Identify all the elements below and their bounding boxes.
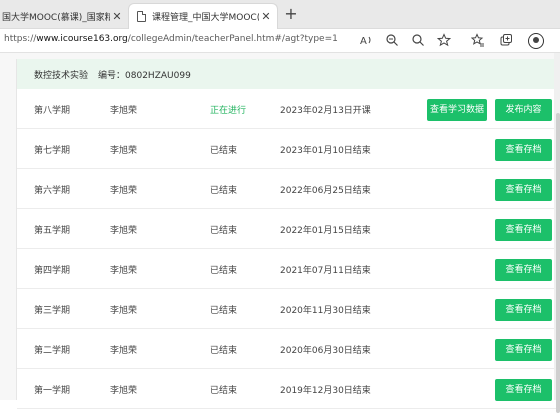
scrollbar[interactable] <box>554 53 560 413</box>
teacher-name: 李旭荣 <box>110 186 138 196</box>
term-status: 已结束 <box>210 226 238 236</box>
url-prefix: https:// <box>4 34 37 44</box>
close-tab-icon[interactable]: ✕ <box>110 10 124 23</box>
term-status: 已结束 <box>210 346 238 356</box>
svg-text:A: A <box>360 36 367 47</box>
view-learning-data-button[interactable]: 查看学习数据 <box>427 99 487 121</box>
tab-course-management[interactable]: 课程管理_中国大学MOOC(慕课) ✕ <box>128 3 278 29</box>
favorite-icon[interactable] <box>436 33 452 49</box>
term-row: 第六学期 李旭荣 已结束 2022年06月25日结束 查看存档 <box>17 169 560 209</box>
term-date: 2023年01月10日结束 <box>280 146 371 156</box>
close-tab-icon[interactable]: ✕ <box>259 10 273 23</box>
publish-content-button[interactable]: 发布内容 <box>495 99 552 121</box>
term-row: 第二学期 李旭荣 已结束 2020年06月30日结束 查看存档 <box>17 329 560 369</box>
address-bar: https://www.icourse163.org/collegeAdmin/… <box>0 29 560 53</box>
teacher-name: 李旭荣 <box>110 386 138 396</box>
term-date: 2021年07月11日结束 <box>280 266 371 276</box>
view-archive-button[interactable]: 查看存档 <box>495 139 552 161</box>
new-tab-button[interactable]: + <box>281 5 301 25</box>
tab-mooc-home[interactable]: 国大学MOOC(慕课)_国家精品 ✕ <box>0 3 128 29</box>
extensions-icon[interactable] <box>528 33 544 49</box>
term-date: 2020年06月30日结束 <box>280 346 371 356</box>
teacher-name: 李旭荣 <box>110 266 138 276</box>
read-aloud-icon[interactable]: A <box>358 33 374 49</box>
term-row: 第五学期 李旭荣 已结束 2022年01月15日结束 查看存档 <box>17 209 560 249</box>
page-content: 数控技术实验 编号：0802HZAU099 第八学期 李旭荣 正在进行 2023年02… <box>0 53 560 409</box>
term-row: 第八学期 李旭荣 正在进行 2023年02月13日开课 查看学习数据 发布内容 <box>17 89 560 129</box>
view-archive-button[interactable]: 查看存档 <box>495 259 552 281</box>
favorites-icon[interactable] <box>470 33 486 49</box>
term-name: 第一学期 <box>34 386 71 396</box>
term-name: 第五学期 <box>34 226 71 236</box>
course-code-label: 编号： <box>98 70 126 81</box>
course-code-value: 0802HZAU099 <box>125 70 191 81</box>
term-status: 已结束 <box>210 266 238 276</box>
view-archive-button[interactable]: 查看存档 <box>495 219 552 241</box>
course-name: 数控技术实验 <box>34 70 89 81</box>
tab-strip: 国大学MOOC(慕课)_国家精品 ✕ 课程管理_中国大学MOOC(慕课) ✕ + <box>0 0 560 29</box>
term-name: 第三学期 <box>34 306 71 316</box>
term-row: 第四学期 李旭荣 已结束 2021年07月11日结束 查看存档 <box>17 249 560 289</box>
view-archive-button[interactable]: 查看存档 <box>495 379 552 401</box>
term-status: 已结束 <box>210 306 238 316</box>
tab-title: 课程管理_中国大学MOOC(慕课) <box>152 13 259 23</box>
search-icon[interactable] <box>410 33 426 49</box>
teacher-name: 李旭荣 <box>110 346 138 356</box>
term-row: 第一学期 李旭荣 已结束 2019年12月30日结束 查看存档 <box>17 369 560 409</box>
term-name: 第二学期 <box>34 346 71 356</box>
view-archive-button[interactable]: 查看存档 <box>495 339 552 361</box>
term-row: 第七学期 李旭荣 已结束 2023年01月10日结束 查看存档 <box>17 129 560 169</box>
term-name: 第七学期 <box>34 146 71 156</box>
tab-title: 国大学MOOC(慕课)_国家精品 <box>2 12 110 23</box>
term-name: 第六学期 <box>34 186 71 196</box>
teacher-name: 李旭荣 <box>110 146 138 156</box>
term-status: 已结束 <box>210 386 238 396</box>
teacher-name: 李旭荣 <box>110 306 138 316</box>
url-host: www.icourse163.org <box>36 34 128 44</box>
term-date: 2020年11月30日结束 <box>280 306 371 316</box>
term-date: 2022年06月25日结束 <box>280 186 371 196</box>
zoom-icon[interactable] <box>384 33 400 49</box>
course-code: 编号：0802HZAU099 <box>98 68 191 81</box>
term-row: 第三学期 李旭荣 已结束 2020年11月30日结束 查看存档 <box>17 289 560 329</box>
view-archive-button[interactable]: 查看存档 <box>495 299 552 321</box>
page-icon <box>137 11 146 22</box>
course-panel: 数控技术实验 编号：0802HZAU099 第八学期 李旭荣 正在进行 2023年02… <box>16 59 560 409</box>
term-name: 第四学期 <box>34 266 71 276</box>
term-status: 已结束 <box>210 186 238 196</box>
term-date: 2023年02月13日开课 <box>280 106 371 116</box>
course-header: 数控技术实验 编号：0802HZAU099 <box>17 59 560 89</box>
teacher-name: 李旭荣 <box>110 226 138 236</box>
term-status: 已结束 <box>210 146 238 156</box>
teacher-name: 李旭荣 <box>110 106 138 116</box>
collections-icon[interactable] <box>498 33 514 49</box>
term-status: 正在进行 <box>210 106 247 116</box>
term-date: 2019年12月30日结束 <box>280 386 371 396</box>
scrollbar-thumb[interactable] <box>556 113 560 413</box>
term-name: 第八学期 <box>34 106 71 116</box>
view-archive-button[interactable]: 查看存档 <box>495 179 552 201</box>
url-path: /collegeAdmin/teacherPanel.htm#/agt?type… <box>127 34 338 44</box>
term-date: 2022年01月15日结束 <box>280 226 371 236</box>
url-field[interactable]: https://www.icourse163.org/collegeAdmin/… <box>4 34 338 44</box>
